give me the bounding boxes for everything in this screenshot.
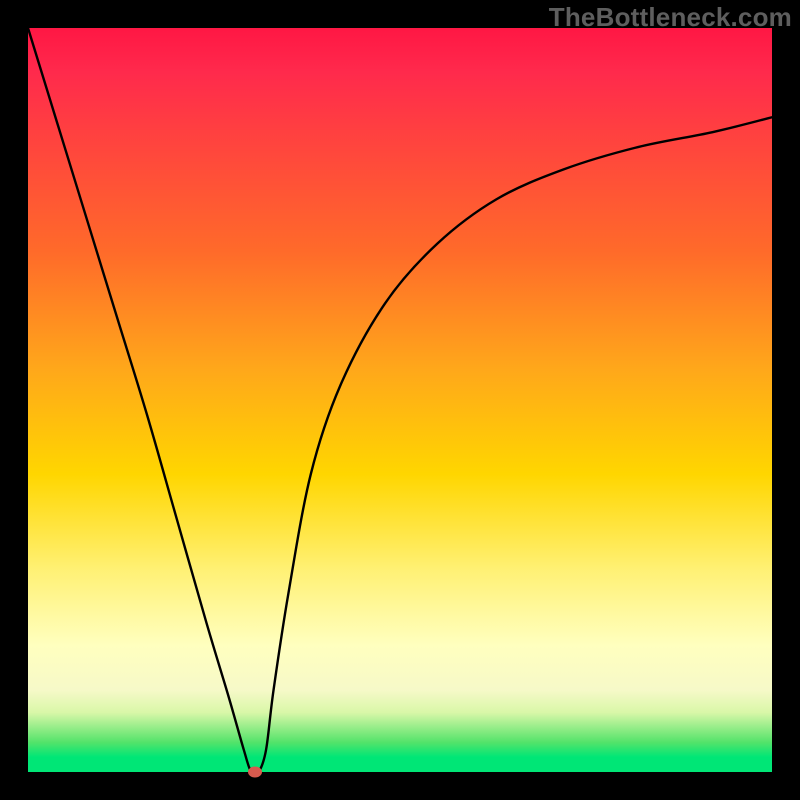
bottleneck-curve — [28, 28, 772, 772]
plot-area — [28, 28, 772, 772]
minimum-marker — [248, 767, 262, 778]
watermark-text: TheBottleneck.com — [549, 2, 792, 33]
chart-frame: TheBottleneck.com — [0, 0, 800, 800]
